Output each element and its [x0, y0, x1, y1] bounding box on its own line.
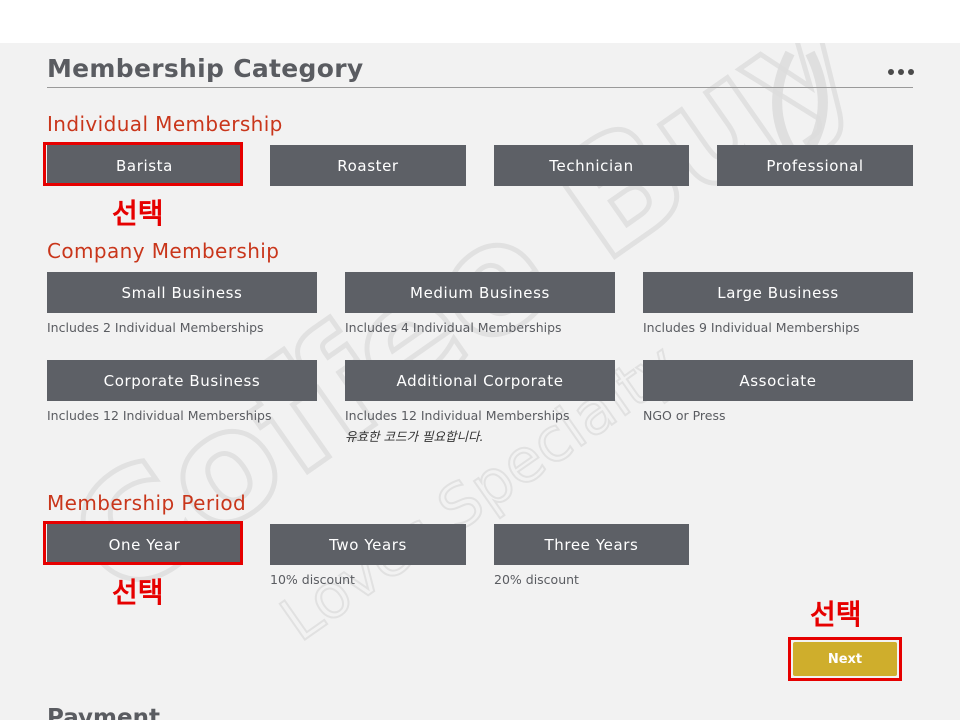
- corporate-business-description: Includes 12 Individual Memberships: [47, 408, 272, 423]
- barista-selection-highlight: [43, 142, 243, 186]
- additional-corporate-description: Includes 12 Individual Memberships: [345, 408, 570, 423]
- next-selection-highlight: [788, 637, 902, 681]
- professional-button[interactable]: Professional: [717, 145, 913, 186]
- individual-membership-heading: Individual Membership: [47, 112, 283, 136]
- three-years-discount: 20% discount: [494, 572, 579, 587]
- three-years-button[interactable]: Three Years: [494, 524, 689, 565]
- ellipsis-icon[interactable]: [888, 65, 914, 79]
- large-business-button[interactable]: Large Business: [643, 272, 913, 313]
- small-business-button[interactable]: Small Business: [47, 272, 317, 313]
- title-divider: [47, 87, 913, 88]
- one-year-selection-highlight: [43, 521, 243, 565]
- barista-select-annotation: 선택: [112, 197, 164, 230]
- membership-period-heading: Membership Period: [47, 491, 247, 515]
- large-business-description: Includes 9 Individual Memberships: [643, 320, 860, 335]
- roaster-button[interactable]: Roaster: [270, 145, 466, 186]
- additional-corporate-code-note: 유효한 코드가 필요합니다.: [345, 429, 484, 444]
- technician-button[interactable]: Technician: [494, 145, 689, 186]
- one-year-select-annotation: 선택: [112, 576, 164, 609]
- additional-corporate-button[interactable]: Additional Corporate: [345, 360, 615, 401]
- medium-business-description: Includes 4 Individual Memberships: [345, 320, 562, 335]
- two-years-button[interactable]: Two Years: [270, 524, 466, 565]
- page-title: Membership Category: [47, 54, 364, 83]
- corporate-business-button[interactable]: Corporate Business: [47, 360, 317, 401]
- medium-business-button[interactable]: Medium Business: [345, 272, 615, 313]
- membership-panel: Coffee Buy Loves Specialty Membership Ca…: [0, 43, 960, 720]
- small-business-description: Includes 2 Individual Memberships: [47, 320, 264, 335]
- two-years-discount: 10% discount: [270, 572, 355, 587]
- payment-heading: Payment: [47, 705, 160, 720]
- company-membership-heading: Company Membership: [47, 239, 280, 263]
- associate-description: NGO or Press: [643, 408, 726, 423]
- next-select-annotation: 선택: [810, 598, 862, 631]
- associate-button[interactable]: Associate: [643, 360, 913, 401]
